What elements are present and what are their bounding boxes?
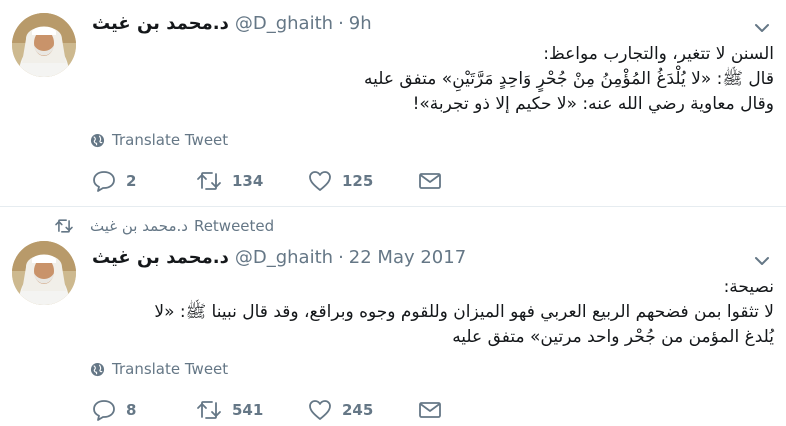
chevron-down-icon[interactable] [752,18,772,38]
like-button[interactable]: 125 [308,170,418,192]
tweet-text: نصيحة: لا تثقوا بمن فضحهم الربيع العربي … [92,275,774,350]
retweet-button[interactable]: 541 [196,399,308,421]
retweet-icon [197,172,221,190]
direct-message-button[interactable] [418,171,442,191]
timestamp[interactable]: 9h [349,13,372,34]
envelope-icon [419,173,441,189]
separator: · [338,247,344,268]
reply-icon [93,171,115,192]
tweet-text-line: لا تثقوا بمن فضحهم الربيع العربي فهو الم… [154,302,774,322]
retweet-button[interactable]: 134 [196,170,308,192]
tweet-actions: 2 134 125 [92,170,442,192]
like-count: 125 [342,172,374,190]
author-handle[interactable]: @D_ghaith [235,247,333,268]
heart-icon [309,171,331,191]
retweeter-name[interactable]: د.محمد بن غيث [90,217,188,235]
tweet-text-line: السنن لا تتغير، والتجارب مواعظ: [543,44,774,64]
globe-icon [90,362,105,376]
retweet-count: 541 [232,401,264,419]
avatar[interactable] [12,13,76,77]
retweet-context: د.محمد بن غيث Retweeted [54,217,274,235]
tweet-text-line: وقال معاوية رضي الله عنه: «لا حكيم إلا ذ… [412,94,774,114]
retweet-icon [55,219,73,233]
reply-count: 2 [126,172,137,190]
timestamp[interactable]: 22 May 2017 [349,247,466,268]
tweet-text-line: يُلدغ المؤمن من جُحْر واحد مرتين» متفق ع… [452,327,774,347]
tweet-text: السنن لا تتغير، والتجارب مواعظ: قال ﷺ: «… [92,42,774,117]
author-name[interactable]: د.محمد بن غيث [92,247,229,268]
like-count: 245 [342,401,374,419]
author-handle[interactable]: @D_ghaith [235,13,333,34]
chevron-down-icon[interactable] [752,251,772,271]
tweet-header: د.محمد بن غيث @D_ghaith · 22 May 2017 [92,247,466,271]
translate-label: Translate Tweet [112,360,229,378]
envelope-icon [419,402,441,418]
heart-icon [309,400,331,420]
direct-message-button[interactable] [418,400,442,420]
retweet-count: 134 [232,172,264,190]
reply-count: 8 [126,401,137,419]
tweet-text-line: نصيحة: [723,277,774,297]
translate-label: Translate Tweet [112,131,229,149]
reply-icon [93,400,115,421]
retweeted-label: Retweeted [193,217,275,235]
separator: · [338,13,344,34]
tweet[interactable]: د.محمد بن غيث @D_ghaith · 9h السنن لا تت… [0,0,786,207]
tweet-text-line: قال ﷺ: «لا يُلْدَغُ المُؤْمِنُ مِنْ جُحْ… [363,69,774,89]
retweet-icon [197,401,221,419]
globe-icon [90,133,105,147]
reply-button[interactable]: 2 [92,170,196,192]
translate-tweet-button[interactable]: Translate Tweet [90,131,228,149]
translate-tweet-button[interactable]: Translate Tweet [90,360,228,378]
tweet-header: د.محمد بن غيث @D_ghaith · 9h [92,13,372,37]
avatar[interactable] [12,241,76,305]
reply-button[interactable]: 8 [92,399,196,421]
author-name[interactable]: د.محمد بن غيث [92,13,229,34]
like-button[interactable]: 245 [308,399,418,421]
tweet[interactable]: د.محمد بن غيث Retweeted د.محمد بن غيث @D… [0,207,786,426]
tweet-actions: 8 541 245 [92,399,442,421]
